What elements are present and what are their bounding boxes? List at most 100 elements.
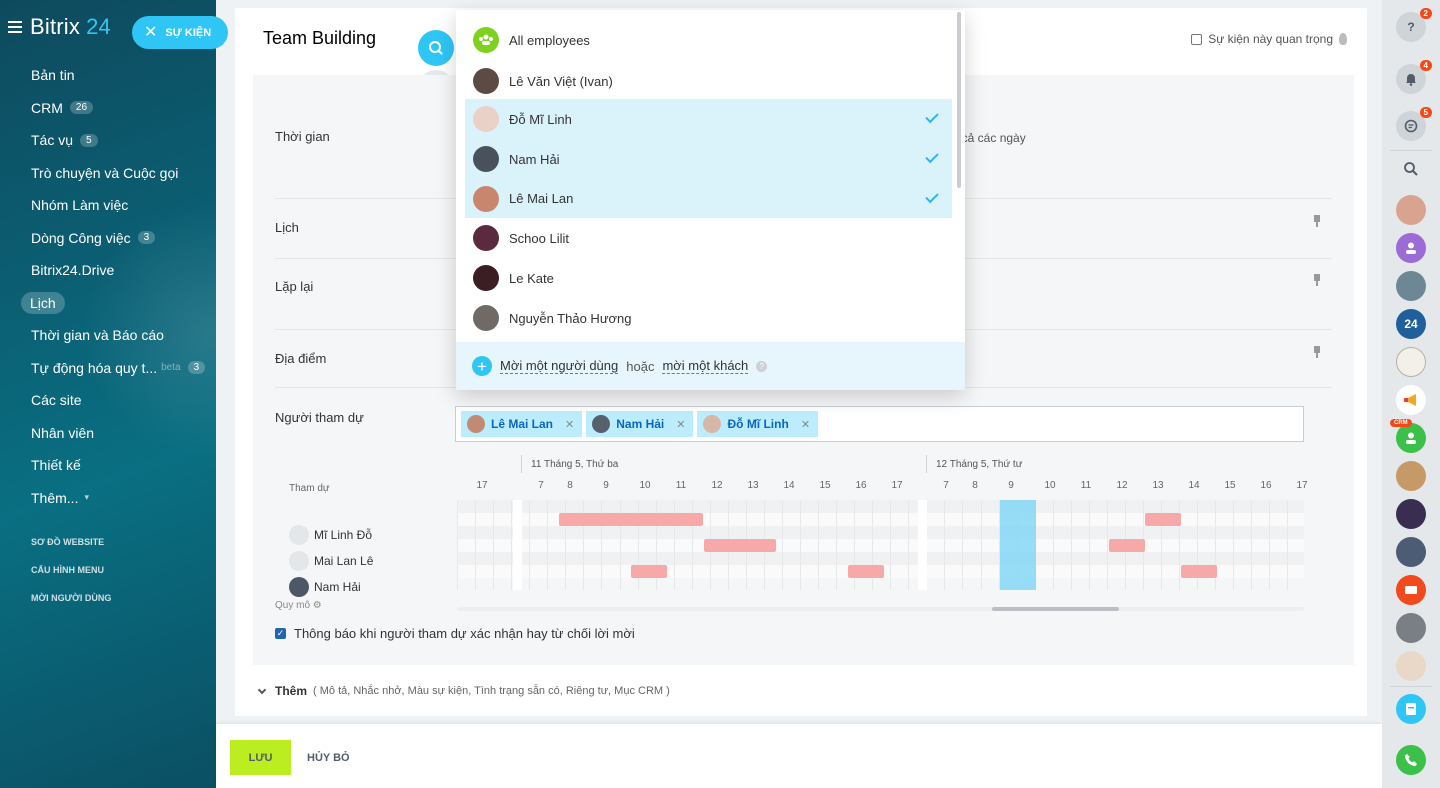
remove-icon[interactable]: ✕ <box>676 418 685 431</box>
avatar[interactable] <box>1396 651 1426 681</box>
sidebar-item[interactable]: Thiết kế <box>0 449 216 482</box>
user-icon[interactable] <box>1396 233 1426 263</box>
avatar <box>289 551 309 571</box>
check-icon <box>925 189 939 204</box>
notify-checkbox[interactable]: ✓ <box>275 628 286 639</box>
avatar[interactable] <box>1396 195 1426 225</box>
busy-slot <box>631 565 668 578</box>
video-icon[interactable] <box>1396 575 1426 605</box>
help-icon[interactable]: ? <box>756 360 768 372</box>
sidebar-link[interactable]: SƠ ĐỒ WEBSITE <box>0 528 216 556</box>
avatar[interactable] <box>1396 499 1426 529</box>
employee-option[interactable]: Le Kate <box>465 258 952 298</box>
planner-grid[interactable] <box>457 500 1304 590</box>
sidebar-item[interactable]: CRM 26 <box>0 92 216 125</box>
availability-planner: Tham dự 11 Tháng 5, Thứ ba 12 Tháng 5, T… <box>275 455 1332 625</box>
sidebar-item[interactable]: Bản tin <box>0 59 216 92</box>
bell-icon[interactable]: 4 <box>1396 60 1432 94</box>
hour-label: 10 <box>1044 480 1056 491</box>
grid-line <box>529 500 531 590</box>
avatar[interactable] <box>1396 613 1426 643</box>
save-button[interactable]: LƯU <box>230 740 291 775</box>
sidebar-item[interactable]: Bitrix24.Drive <box>0 254 216 287</box>
hour-label: 9 <box>1008 480 1014 491</box>
planner-scrollbar[interactable] <box>457 607 1304 611</box>
sidebar-item[interactable]: Dòng Công việc 3 <box>0 222 216 255</box>
attendee-chip[interactable]: Lê Mai Lan ✕ <box>461 411 583 437</box>
sidebar-item[interactable]: Nhân viên <box>0 417 216 450</box>
bear-icon[interactable] <box>1396 347 1426 377</box>
plus-icon[interactable]: + <box>472 356 492 376</box>
remove-icon[interactable]: ✕ <box>801 418 810 431</box>
sidebar-link[interactable]: CẤU HÌNH MENU <box>0 556 216 584</box>
sidebar-item[interactable]: Lịch <box>0 287 216 320</box>
right-toolbar: ? 2 4 5 24 CRM <box>1382 0 1440 788</box>
day-gap <box>513 500 522 590</box>
important-checkbox[interactable] <box>1191 33 1203 45</box>
bitrix24-icon[interactable]: 24 <box>1396 309 1426 339</box>
cancel-button[interactable]: HỦY BỎ <box>307 740 350 775</box>
avatar[interactable] <box>1396 271 1426 301</box>
sidebar-item[interactable]: Các site <box>0 384 216 417</box>
group-icon <box>473 27 499 53</box>
grid-line <box>836 500 838 590</box>
remove-icon[interactable]: ✕ <box>565 418 574 431</box>
avatar[interactable] <box>1396 461 1426 491</box>
employee-option[interactable]: Nam Hải <box>465 139 952 179</box>
crm-user-icon[interactable]: CRM <box>1390 419 1426 453</box>
busy-slot <box>1144 513 1181 526</box>
employee-option[interactable]: Lê Mai Lan <box>465 179 952 218</box>
hour-label: 14 <box>783 480 795 491</box>
event-title[interactable]: Team Building <box>263 28 376 49</box>
tab-search[interactable] <box>418 30 454 66</box>
invite-guest-link[interactable]: mời một khách <box>662 358 749 374</box>
sidebar-item[interactable]: Nhóm Làm việc <box>0 189 216 222</box>
employee-option[interactable]: Đỗ Mĩ Linh <box>465 99 952 139</box>
sidebar-item[interactable]: Thêm... ▾ <box>0 482 216 515</box>
sidebar-link[interactable]: MỜI NGƯỜI DÙNG <box>0 584 216 612</box>
planner-scroll-thumb[interactable] <box>992 607 1119 611</box>
invite-user-link[interactable]: Mời một người dùng <box>500 358 619 374</box>
notify-option[interactable]: ✓ Thông báo khi người tham dự xác nhận h… <box>275 626 635 641</box>
gear-icon[interactable]: ⚙ <box>313 600 322 611</box>
pin-icon[interactable] <box>1314 274 1320 286</box>
megaphone-icon[interactable] <box>1396 385 1426 415</box>
sidebar-item[interactable]: Thời gian và Báo cáo <box>0 319 216 352</box>
all-employees-option[interactable]: All employees <box>465 20 952 60</box>
pin-icon[interactable] <box>1314 215 1320 227</box>
check-icon <box>925 109 939 124</box>
phone-icon[interactable] <box>1396 745 1426 775</box>
hour-label: 17 <box>891 480 903 491</box>
employee-option[interactable]: Lê Văn Việt (Ivan) <box>465 61 952 101</box>
more-options[interactable]: Thêm ( Mô tả, Nhắc nhở, Màu sự kiện, Tìn… <box>257 684 670 698</box>
selected-timeslot[interactable] <box>1000 500 1037 590</box>
avatar[interactable] <box>1396 537 1426 567</box>
count-badge: 3 <box>187 361 206 375</box>
hour-label: 14 <box>1188 480 1200 491</box>
sidebar-item[interactable]: Trò chuyện và Cuộc gọi <box>0 157 216 190</box>
grid-line <box>980 500 982 590</box>
search-icon[interactable] <box>1396 154 1426 184</box>
sidebar-item[interactable]: Tự động hóa quy t... beta 3 <box>0 352 216 385</box>
pin-icon[interactable] <box>1314 346 1320 358</box>
attendee-chip[interactable]: Đỗ Mĩ Linh ✕ <box>697 411 819 437</box>
important-toggle[interactable]: Sự kiện này quan trọng <box>1191 32 1347 46</box>
document-icon[interactable] <box>1396 694 1426 724</box>
scale-control[interactable]: Quy mô ⚙ <box>275 600 322 611</box>
attendee-chip[interactable]: Nam Hải ✕ <box>586 411 694 437</box>
chevron-down-icon: ▾ <box>84 492 89 503</box>
day-gap <box>918 500 927 590</box>
sidebar-item[interactable]: Tác vụ 5 <box>0 124 216 157</box>
new-event-button[interactable]: ✕ SỰ KIỆN <box>132 16 228 49</box>
employee-option[interactable]: Nguyễn Thảo Hương <box>465 298 952 338</box>
menu-burger-icon[interactable] <box>8 21 22 33</box>
attendees-input[interactable]: Lê Mai Lan ✕ Nam Hải ✕ Đỗ Mĩ Linh ✕ <box>455 406 1304 442</box>
help-icon[interactable]: ? 2 <box>1396 8 1432 42</box>
logo[interactable]: Bitrix 24 <box>30 14 111 40</box>
divider <box>1390 150 1432 151</box>
employee-option[interactable]: Schoo Lilit <box>465 218 952 258</box>
grid-line <box>1088 500 1090 590</box>
chat-icon[interactable]: 5 <box>1396 107 1432 141</box>
popup-scrollbar[interactable] <box>957 12 961 188</box>
